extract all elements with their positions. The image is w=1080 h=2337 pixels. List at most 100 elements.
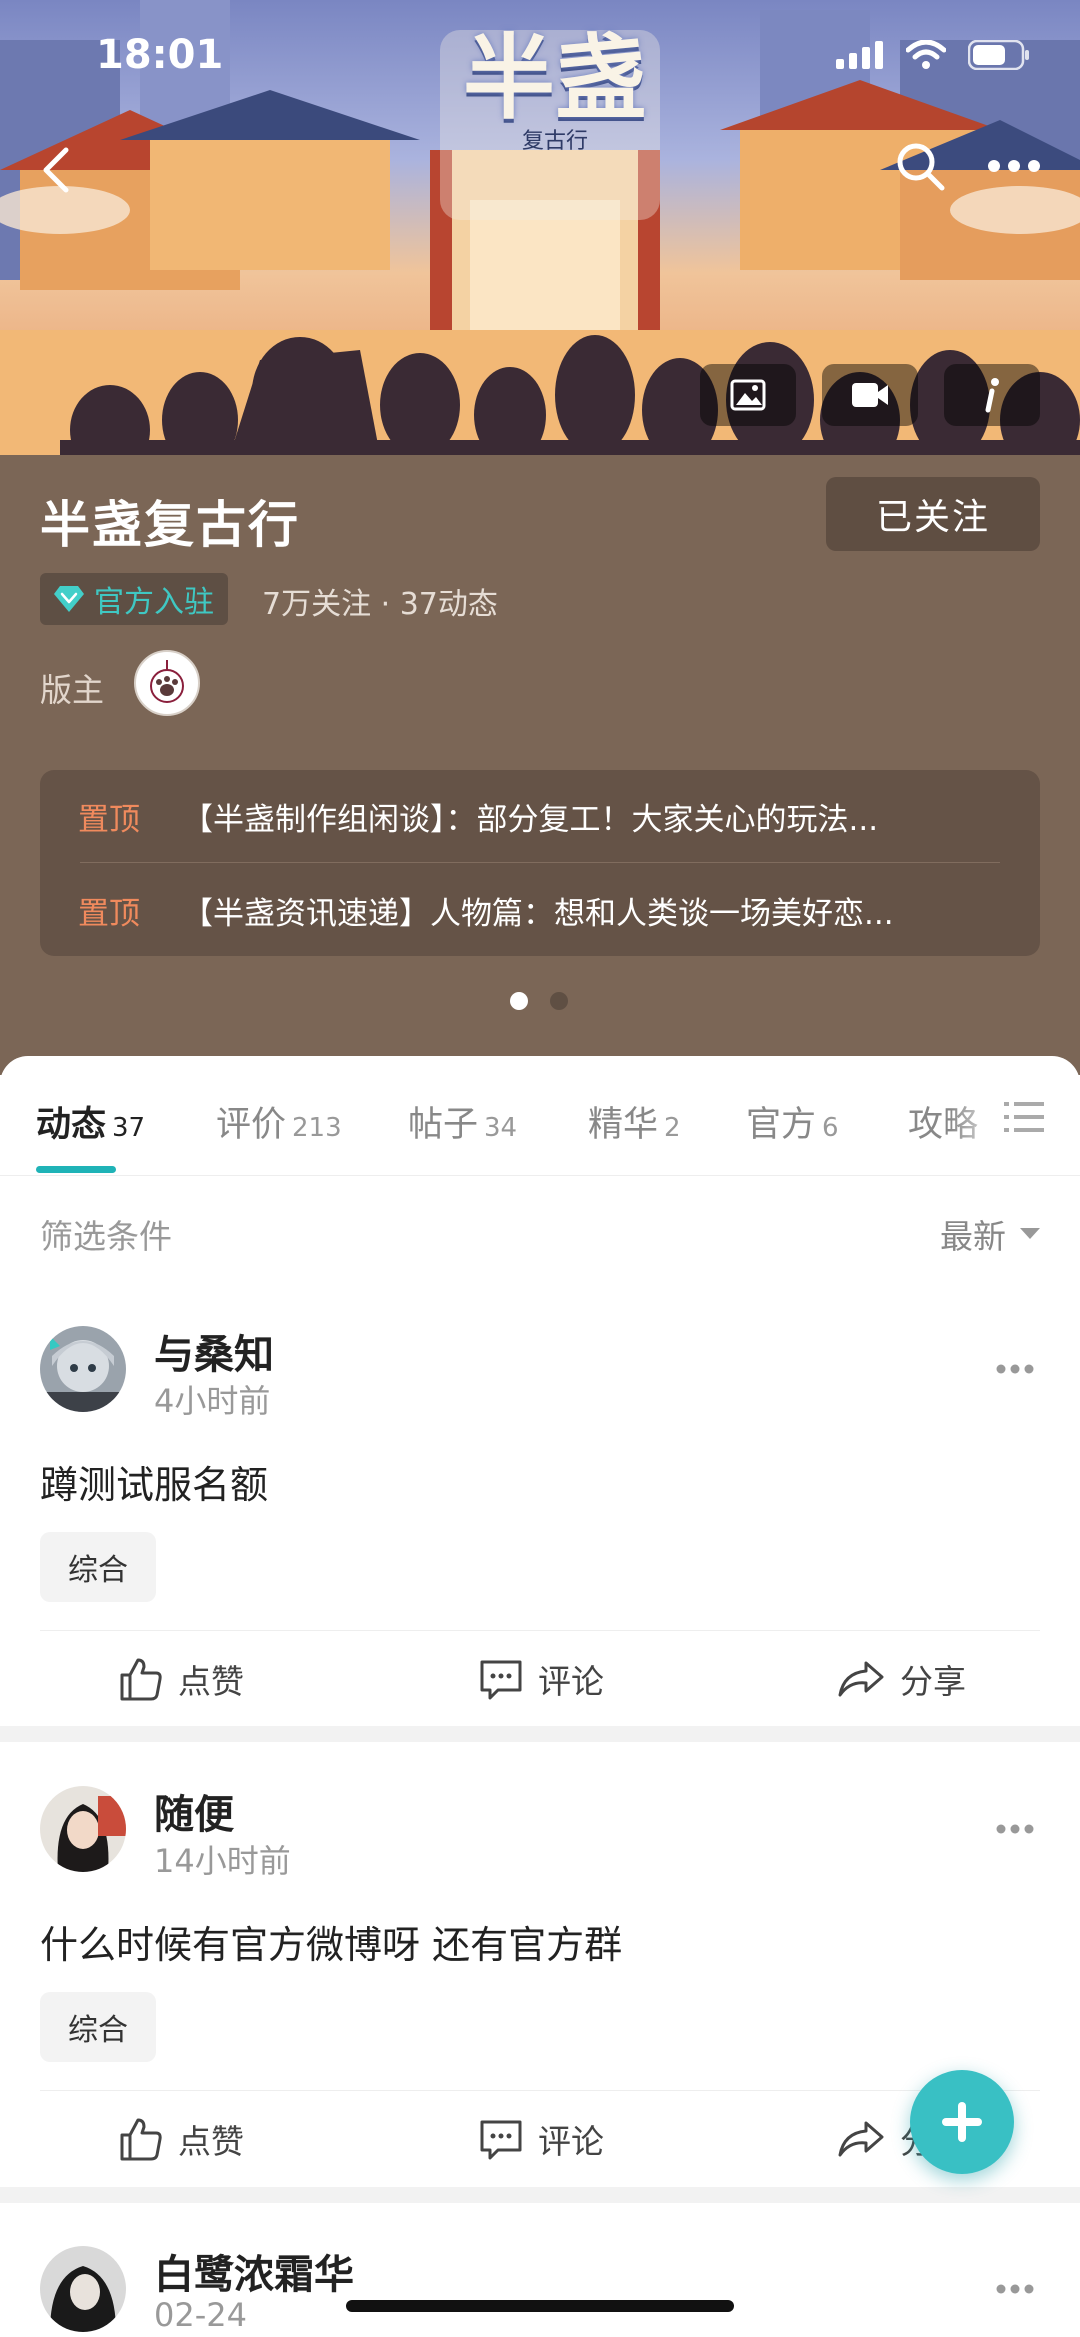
tab-label: 评价 xyxy=(216,1105,287,1145)
more-icon[interactable] xyxy=(996,1824,1034,1834)
tab-count: 6 xyxy=(822,1113,839,1143)
tab-highlights[interactable]: 精华 2 xyxy=(588,1096,681,1147)
post-author[interactable]: 随便 xyxy=(154,1782,234,1840)
tab-reviews[interactable]: 评价 213 xyxy=(216,1096,342,1147)
comment-icon xyxy=(480,1660,522,1700)
carousel-indicator xyxy=(510,992,568,1010)
tab-official[interactable]: 官方 6 xyxy=(746,1096,839,1147)
tab-bar: 动态 37 评价 213 帖子 34 精华 2 官方 6 攻略 xyxy=(0,1056,1080,1176)
pinned-title: 【半盏制作组闲谈】：部分复工！大家关心的玩法... xyxy=(182,801,879,838)
more-icon[interactable] xyxy=(996,1364,1034,1374)
filter-conditions[interactable]: 筛选条件 xyxy=(40,1210,172,1258)
follow-button[interactable]: 已关注 xyxy=(826,477,1040,551)
like-label: 点赞 xyxy=(178,2122,244,2161)
back-icon[interactable] xyxy=(36,142,76,198)
share-button[interactable]: 分享 xyxy=(836,1655,966,1703)
tab-count: 37 xyxy=(112,1113,146,1143)
caret-down-icon xyxy=(1020,1228,1040,1239)
avatar[interactable] xyxy=(40,2246,126,2332)
post-content: 什么时候有官方微博呀 还有官方群 xyxy=(40,1923,623,1967)
follow-stats: 7万关注 · 37动态 xyxy=(262,587,498,622)
active-tab-indicator xyxy=(36,1166,116,1173)
pinned-post[interactable]: 置顶 【半盏制作组闲谈】：部分复工！大家关心的玩法... xyxy=(40,770,1040,862)
pinned-title: 【半盏资讯速递】人物篇：想和人类谈一场美好恋... xyxy=(182,895,894,932)
search-icon[interactable] xyxy=(894,140,946,192)
nav-actions xyxy=(894,140,1040,192)
sort-label: 最新 xyxy=(940,1217,1006,1256)
like-button[interactable]: 点赞 xyxy=(118,2115,244,2163)
pinned-tag: 置顶 xyxy=(78,895,140,932)
tab-label: 帖子 xyxy=(408,1105,479,1145)
paw-icon xyxy=(150,660,184,703)
tab-label: 精华 xyxy=(588,1105,659,1145)
game-title: 半盏复古行 xyxy=(40,496,300,554)
thumbs-up-icon xyxy=(120,1658,162,1701)
gallery-button[interactable] xyxy=(700,364,796,426)
status-time: 18:01 xyxy=(96,32,224,78)
tab-count: 2 xyxy=(664,1113,681,1143)
game-banner: 半盏 复古行 18:01 xyxy=(0,0,1080,455)
pinned-post[interactable]: 置顶 【半盏资讯速递】人物篇：想和人类谈一场美好恋... xyxy=(40,864,1040,956)
post-author[interactable]: 与桑知 xyxy=(154,1322,274,1380)
like-button[interactable]: 点赞 xyxy=(118,1655,244,1703)
filter-row: 筛选条件 最新 xyxy=(0,1176,1080,1286)
post-tag[interactable]: 综合 xyxy=(40,1992,156,2062)
media-buttons xyxy=(700,364,1040,426)
post-card[interactable]: 与桑知 4小时前 蹲测试服名额 综合 点赞 评论 分享 xyxy=(0,1326,1080,1737)
home-indicator[interactable] xyxy=(346,2300,734,2312)
share-icon xyxy=(838,2121,884,2157)
carousel-dot-active[interactable] xyxy=(510,992,528,1010)
video-icon xyxy=(852,383,888,407)
avatar-image xyxy=(40,2246,126,2332)
thumbs-up-icon xyxy=(120,2118,162,2161)
game-header: 半盏复古行 已关注 官方入驻 7万关注 · 37动态 版主 置顶 【半盏制作组闲… xyxy=(0,455,1080,1075)
section-gap xyxy=(0,2187,1080,2203)
post-card[interactable]: 白鹭浓霜华 02-24 xyxy=(0,2246,1080,2337)
moderator-label: 版主 xyxy=(40,671,105,709)
comment-label: 评论 xyxy=(538,2122,604,2161)
moderator-avatar[interactable] xyxy=(134,650,200,716)
more-icon[interactable] xyxy=(996,2284,1034,2294)
post-content: 蹲测试服名额 xyxy=(40,1463,269,1507)
carousel-dot[interactable] xyxy=(550,992,568,1010)
divider xyxy=(80,862,1000,863)
section-gap xyxy=(0,1726,1080,1742)
status-icons xyxy=(836,40,1030,70)
create-post-button[interactable] xyxy=(910,2070,1014,2174)
avatar[interactable] xyxy=(40,1786,126,1872)
comment-icon xyxy=(480,2120,522,2160)
share-label: 分享 xyxy=(900,1662,966,1701)
wifi-icon xyxy=(906,40,946,69)
official-badge-label: 官方入驻 xyxy=(94,585,214,620)
post-time: 4小时前 xyxy=(154,1382,271,1420)
post-time: 14小时前 xyxy=(154,1842,291,1880)
tab-list-icon[interactable] xyxy=(1004,1100,1044,1134)
official-badge: 官方入驻 xyxy=(40,573,228,625)
plus-icon xyxy=(942,2102,982,2142)
sort-dropdown[interactable]: 最新 xyxy=(940,1210,1040,1258)
tab-posts[interactable]: 帖子 34 xyxy=(408,1096,517,1147)
diamond-icon xyxy=(54,586,84,612)
comment-label: 评论 xyxy=(538,1662,604,1701)
comment-button[interactable]: 评论 xyxy=(478,2115,604,2163)
post-author[interactable]: 白鹭浓霜华 xyxy=(154,2242,354,2300)
status-bar: 18:01 xyxy=(0,0,1080,120)
comment-button[interactable]: 评论 xyxy=(478,1655,604,1703)
battery-icon xyxy=(968,40,1029,70)
info-icon xyxy=(985,378,999,413)
tab-count: 34 xyxy=(484,1113,518,1143)
avatar[interactable] xyxy=(40,1326,126,1412)
video-button[interactable] xyxy=(822,364,918,426)
like-label: 点赞 xyxy=(178,1662,244,1701)
post-tag[interactable]: 综合 xyxy=(40,1532,156,1602)
info-button[interactable] xyxy=(944,364,1040,426)
image-icon xyxy=(730,379,766,411)
avatar-image xyxy=(40,1786,126,1872)
pinned-tag: 置顶 xyxy=(78,801,140,838)
signal-icon xyxy=(836,41,883,69)
share-icon xyxy=(838,1661,884,1697)
tab-feed[interactable]: 动态 37 xyxy=(36,1096,145,1147)
more-menu-icon[interactable] xyxy=(988,158,1040,174)
tab-label: 官方 xyxy=(746,1105,817,1145)
tab-count: 213 xyxy=(292,1113,342,1143)
